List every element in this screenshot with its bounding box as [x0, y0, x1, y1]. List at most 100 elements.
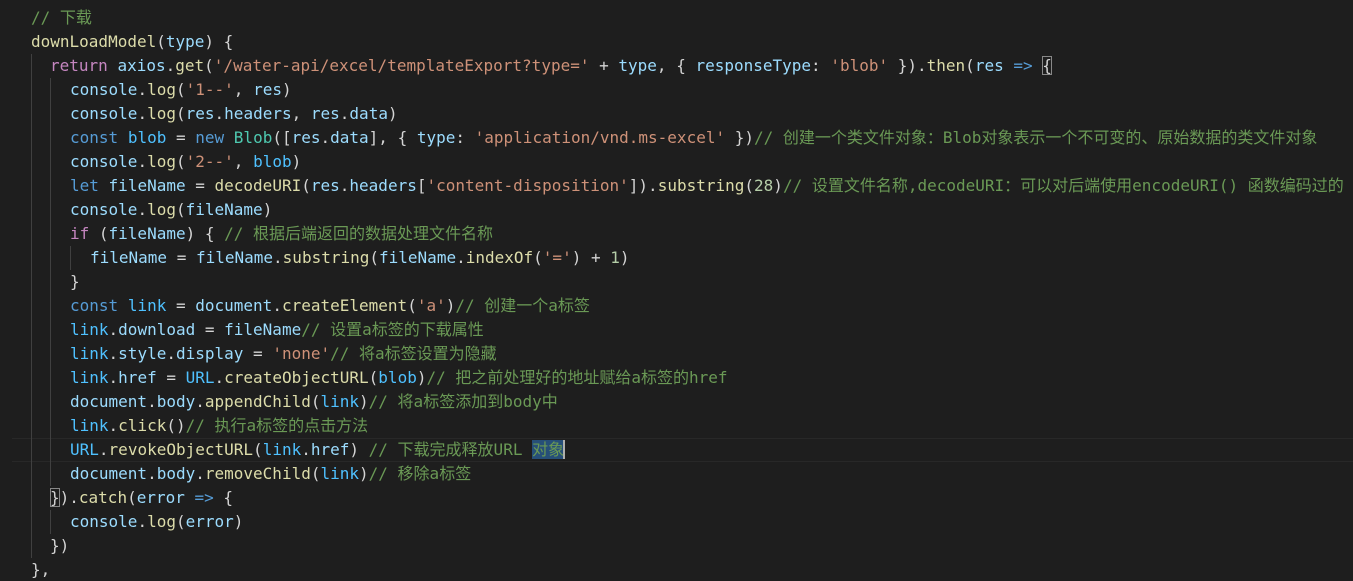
- code-line[interactable]: console.log('2--', blob): [70, 150, 301, 174]
- code-line[interactable]: }).catch(error => {: [50, 486, 233, 510]
- code-line[interactable]: URL.revokeObjectURL(link.href) // 下载完成释放…: [70, 438, 566, 462]
- code-token: }: [70, 272, 80, 291]
- code-line[interactable]: console.log(res.headers, res.data): [70, 102, 398, 126]
- code-line[interactable]: document.body.appendChild(link)// 将a标签添加…: [70, 390, 558, 414]
- code-token: .: [301, 440, 311, 459]
- code-line[interactable]: link.click()// 执行a标签的点击方法: [70, 414, 368, 438]
- code-line[interactable]: const link = document.createElement('a')…: [70, 294, 590, 318]
- code-token: ,: [233, 152, 254, 171]
- code-token: =>: [1013, 56, 1033, 75]
- code-token: fileName: [379, 248, 457, 267]
- code-token: .: [137, 80, 148, 99]
- code-comment: // 将a标签添加到body中: [368, 392, 558, 411]
- indent-guide: [50, 150, 51, 174]
- code-token: catch: [78, 488, 128, 507]
- matched-bracket: }: [50, 488, 60, 507]
- code-token: (: [156, 32, 166, 51]
- code-line[interactable]: },: [31, 558, 50, 581]
- code-line[interactable]: link.style.display = 'none'// 将a标签设置为隐藏: [70, 342, 497, 366]
- code-token: },: [31, 560, 51, 579]
- indent-guide: [31, 414, 32, 438]
- code-string: '/water-api/excel/templateExport?type=': [213, 56, 590, 75]
- code-editor[interactable]: // 下载 downLoadModel(type) {return axios.g…: [0, 0, 1353, 581]
- code-token: data: [330, 128, 369, 147]
- code-token: .: [339, 104, 350, 123]
- code-line[interactable]: console.log(fileName): [70, 198, 272, 222]
- code-token: URL: [70, 440, 99, 459]
- code-token: blob: [253, 152, 292, 171]
- code-token: ]).: [628, 176, 658, 195]
- code-line[interactable]: console.log('1--', res): [70, 78, 292, 102]
- code-token: type: [416, 128, 456, 147]
- code-string: 'application/vnd.ms-excel': [474, 128, 726, 147]
- indent-guide: [70, 246, 71, 270]
- code-line[interactable]: if (fileName) { // 根据后端返回的数据处理文件名称: [70, 222, 493, 246]
- code-token: ): [359, 392, 369, 411]
- code-token: type: [165, 32, 205, 51]
- code-token: ).: [59, 488, 79, 507]
- code-token: href: [310, 440, 350, 459]
- code-token: appendChild: [204, 392, 311, 411]
- code-line[interactable]: let fileName = decodeURI(res.headers['co…: [70, 174, 1353, 198]
- code-token: console: [70, 80, 138, 99]
- code-line[interactable]: return axios.get('/water-api/excel/templ…: [50, 54, 1052, 78]
- code-comment: // 移除a标签: [368, 464, 472, 483]
- code-token: }).: [888, 56, 927, 75]
- code-token: error: [136, 488, 185, 507]
- code-token: .: [147, 464, 157, 483]
- code-token: =: [243, 344, 273, 363]
- code-token: const: [70, 128, 119, 147]
- code-line[interactable]: }: [70, 270, 80, 294]
- code-token: {: [213, 488, 234, 507]
- code-token: (: [204, 56, 214, 75]
- code-comment: // 将a标签设置为隐藏: [330, 344, 497, 363]
- code-line[interactable]: // 下载: [31, 6, 92, 30]
- code-line[interactable]: link.download = fileName// 设置a标签的下载属性: [70, 318, 484, 342]
- indent-guide: [31, 102, 32, 126]
- code-line[interactable]: link.href = URL.createObjectURL(blob)// …: [70, 366, 728, 390]
- indent-guide: [50, 342, 51, 366]
- code-token: (: [369, 248, 380, 267]
- indent-guide: [31, 534, 32, 558]
- code-token: ): [349, 440, 369, 459]
- code-token: fileName: [108, 224, 186, 243]
- code-token: .: [108, 416, 119, 435]
- indent-guide: [50, 102, 51, 126]
- code-line[interactable]: document.body.removeChild(link)// 移除a标签: [70, 462, 471, 486]
- code-token: ): [619, 248, 630, 267]
- code-token: console: [70, 512, 138, 531]
- code-token: ): [233, 512, 244, 531]
- code-token: (: [253, 440, 263, 459]
- code-token: =: [185, 176, 215, 195]
- indent-guide: [31, 126, 32, 150]
- code-token: ): [387, 104, 398, 123]
- code-token: .: [137, 152, 148, 171]
- code-token: :: [455, 128, 475, 147]
- code-token: =: [166, 296, 196, 315]
- code-line[interactable]: console.log(error): [70, 510, 243, 534]
- indent-guide: [31, 510, 32, 534]
- code-token: .: [214, 104, 225, 123]
- code-token: get: [175, 56, 205, 75]
- code-token: return: [50, 56, 108, 75]
- code-line[interactable]: downLoadModel(type) {: [31, 30, 233, 54]
- code-line[interactable]: const blob = new Blob([res.data], { type…: [70, 126, 1317, 150]
- code-token: res: [310, 104, 340, 123]
- selected-text: 对象: [532, 440, 565, 459]
- code-token: res: [291, 128, 321, 147]
- code-token: ) {: [204, 32, 234, 51]
- code-token: .: [137, 200, 148, 219]
- code-token: decodeURI: [214, 176, 302, 195]
- code-token: .: [98, 440, 109, 459]
- code-token: log: [147, 200, 176, 219]
- code-token: body: [156, 464, 196, 483]
- code-line[interactable]: }): [50, 534, 69, 558]
- indent-guide: [50, 246, 51, 270]
- code-token: .: [108, 344, 119, 363]
- code-token: .: [147, 392, 157, 411]
- code-line[interactable]: fileName = fileName.substring(fileName.i…: [90, 246, 630, 270]
